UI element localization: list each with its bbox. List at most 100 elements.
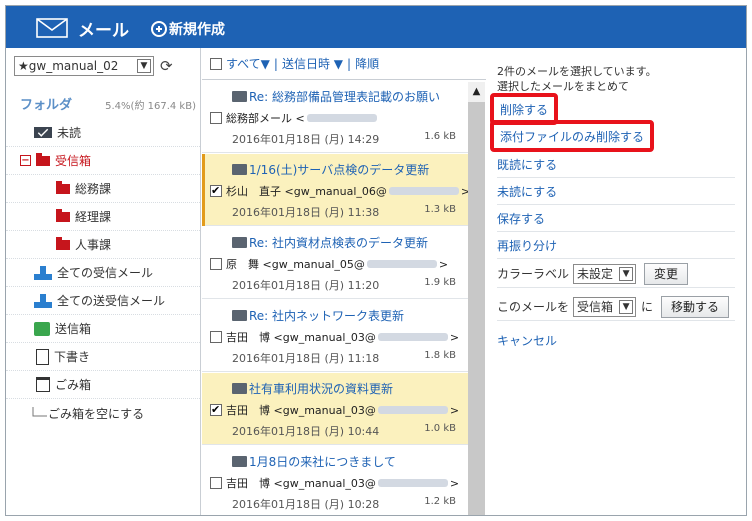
envelope-icon: [232, 237, 247, 248]
sender-text: 杉山 直子 <gw_manual_06@: [226, 185, 387, 198]
refresh-icon[interactable]: ⟳: [160, 57, 173, 75]
folder-all-sent-received[interactable]: 全ての送受信メール: [6, 287, 200, 315]
message-row[interactable]: 1月8日の来社につきまして 吉田 博 <gw_manual_03@ > 2016年…: [202, 446, 468, 515]
color-label-caption: カラーラベル: [497, 267, 570, 281]
account-row: ★gw_manual_02 ▼ ⟳: [14, 56, 173, 76]
outbox-icon: [34, 321, 50, 336]
subject-text: Re: 社内資材点検表のデータ更新: [249, 236, 429, 250]
chevron-down-icon: ▼: [137, 59, 151, 73]
save-label: 保存する: [497, 211, 546, 226]
account-value: ★gw_manual_02: [18, 59, 119, 73]
message-checkbox[interactable]: [210, 112, 222, 124]
message-date: 2016年01月18日 (月) 11:18: [232, 352, 380, 365]
message-checkbox[interactable]: [210, 477, 222, 489]
mark-read-link[interactable]: 既読にする: [497, 151, 735, 178]
sender-text: 総務部メール <: [226, 112, 305, 125]
change-button[interactable]: 変更: [644, 262, 689, 285]
mark-unread-link[interactable]: 未読にする: [497, 178, 735, 205]
message-date: 2016年01月18日 (月) 11:38: [232, 206, 380, 219]
collapse-icon[interactable]: −: [20, 155, 31, 166]
bulk-actions-pane: 2件のメールを選択しています。 選択したメールをまとめて 削除する 添付ファイル…: [487, 48, 746, 515]
selection-status: 2件のメールを選択しています。 選択したメールをまとめて: [497, 64, 657, 94]
message-row[interactable]: Re: 総務部備品管理表記載のお願い 総務部メール < 2016年01月18日 …: [202, 81, 468, 153]
folder-sidebar: ★gw_manual_02 ▼ ⟳ フォルダ 5.4%(約 167.4 kB) …: [6, 48, 201, 515]
message-subject[interactable]: 社有車利用状況の資料更新: [232, 380, 393, 397]
account-select[interactable]: ★gw_manual_02 ▼: [14, 56, 154, 76]
app-title: メール: [78, 21, 129, 41]
folder-icon: [56, 236, 70, 250]
folder-label: 全ての受信メール: [57, 266, 154, 280]
redistribute-label: 再振り分け: [497, 238, 558, 253]
sender-text: 吉田 博 <gw_manual_03@: [226, 331, 376, 344]
sort-order-toggle[interactable]: 降順: [355, 55, 379, 72]
move-target-select[interactable]: 受信箱 ▼: [573, 296, 637, 317]
message-checkbox[interactable]: [210, 331, 222, 343]
compose-button[interactable]: 新規作成: [151, 19, 225, 39]
message-sender: 吉田 博 <gw_manual_03@ >: [210, 475, 459, 491]
message-row[interactable]: 1/16(土)サーバ点検のデータ更新 杉山 直子 <gw_manual_06@>…: [202, 154, 470, 226]
mark-unread-label: 未読にする: [497, 184, 558, 199]
envelope-icon: [232, 456, 247, 467]
envelope-icon: [232, 383, 247, 394]
folder-hr[interactable]: 人事課: [6, 231, 200, 259]
message-date: 2016年01月18日 (月) 14:29: [232, 133, 380, 146]
save-link[interactable]: 保存する: [497, 205, 735, 232]
scroll-up-icon[interactable]: ▲: [468, 82, 485, 102]
redacted-address: [377, 406, 448, 414]
message-subject[interactable]: Re: 社内資材点検表のデータ更新: [232, 234, 428, 251]
subject-text: Re: 社内ネットワーク表更新: [249, 309, 405, 323]
message-subject[interactable]: 1/16(土)サーバ点検のデータ更新: [232, 161, 429, 178]
list-scrollbar[interactable]: ▲: [468, 82, 485, 515]
message-subject[interactable]: Re: 総務部備品管理表記載のお願い: [232, 88, 440, 105]
app-frame: メール 新規作成 ★gw_manual_02 ▼ ⟳ フォルダ 5.4%(約 1…: [5, 5, 747, 516]
message-sender: 吉田 博 <gw_manual_03@ >: [210, 329, 459, 345]
message-sender: 杉山 直子 <gw_manual_06@>: [210, 183, 470, 199]
folder-outbox[interactable]: 送信箱: [6, 315, 200, 343]
color-label-value: 未設定: [577, 267, 614, 281]
folder-accounting[interactable]: 経理課: [6, 203, 200, 231]
message-subject[interactable]: 1月8日の来社につきまして: [232, 453, 396, 470]
envelope-icon: [232, 310, 247, 321]
subject-text: 1月8日の来社につきまして: [249, 455, 396, 469]
message-size: 1.8 kB: [424, 350, 456, 361]
redacted-address: [388, 187, 459, 195]
empty-trash-link[interactable]: ごみ箱を空にする: [6, 399, 200, 427]
folder-trash[interactable]: ごみ箱: [6, 371, 200, 399]
subject-text: 1/16(土)サーバ点検のデータ更新: [249, 163, 430, 177]
message-row[interactable]: Re: 社内資材点検表のデータ更新 原 舞 <gw_manual_05@ > 20…: [202, 227, 468, 299]
envelope-icon: [232, 164, 247, 175]
message-row[interactable]: Re: 社内ネットワーク表更新 吉田 博 <gw_manual_03@ > 201…: [202, 300, 468, 372]
message-checkbox[interactable]: [210, 404, 222, 416]
cancel-link[interactable]: キャンセル: [497, 332, 557, 349]
folder-unread[interactable]: 未読: [6, 119, 200, 147]
folder-all-received[interactable]: 全ての受信メール: [6, 259, 200, 287]
message-subject[interactable]: Re: 社内ネットワーク表更新: [232, 307, 404, 324]
folder-inbox[interactable]: − 受信箱: [6, 147, 200, 175]
message-size: 1.6 kB: [424, 131, 456, 142]
sort-bar: すべて▼ | 送信日時 ▼ | 降順: [202, 48, 486, 80]
color-label-select[interactable]: 未設定 ▼: [573, 263, 637, 284]
folder-label: 送信箱: [55, 322, 92, 336]
folder-icon: [56, 180, 70, 194]
folder-general-affairs[interactable]: 総務課: [6, 175, 200, 203]
tree-branch-icon: [32, 407, 47, 417]
status-line: 選択したメールをまとめて: [497, 80, 629, 93]
redistribute-link[interactable]: 再振り分け: [497, 232, 735, 259]
envelope-icon: [34, 127, 52, 138]
message-checkbox[interactable]: [210, 258, 222, 270]
envelope-icon: [232, 91, 247, 102]
sender-end: >: [449, 330, 460, 344]
subject-text: 社有車利用状況の資料更新: [249, 382, 394, 396]
move-row: このメールを 受信箱 ▼ に 移動する: [497, 293, 735, 321]
message-checkbox[interactable]: [210, 185, 222, 197]
sort-by-date-dropdown[interactable]: 送信日時 ▼: [282, 55, 343, 72]
message-row[interactable]: 社有車利用状況の資料更新 吉田 博 <gw_manual_03@ > 2016年0…: [202, 373, 468, 445]
folder-drafts[interactable]: 下書き: [6, 343, 200, 371]
sender-end: >: [449, 476, 460, 490]
move-button[interactable]: 移動する: [661, 295, 730, 318]
delete-attachments-link[interactable]: 添付ファイルのみ削除する: [490, 120, 655, 152]
message-size: 1.0 kB: [424, 423, 456, 434]
filter-all-dropdown[interactable]: すべて▼: [226, 55, 270, 72]
folder-icon: [56, 208, 70, 222]
select-all-checkbox[interactable]: [210, 57, 222, 70]
